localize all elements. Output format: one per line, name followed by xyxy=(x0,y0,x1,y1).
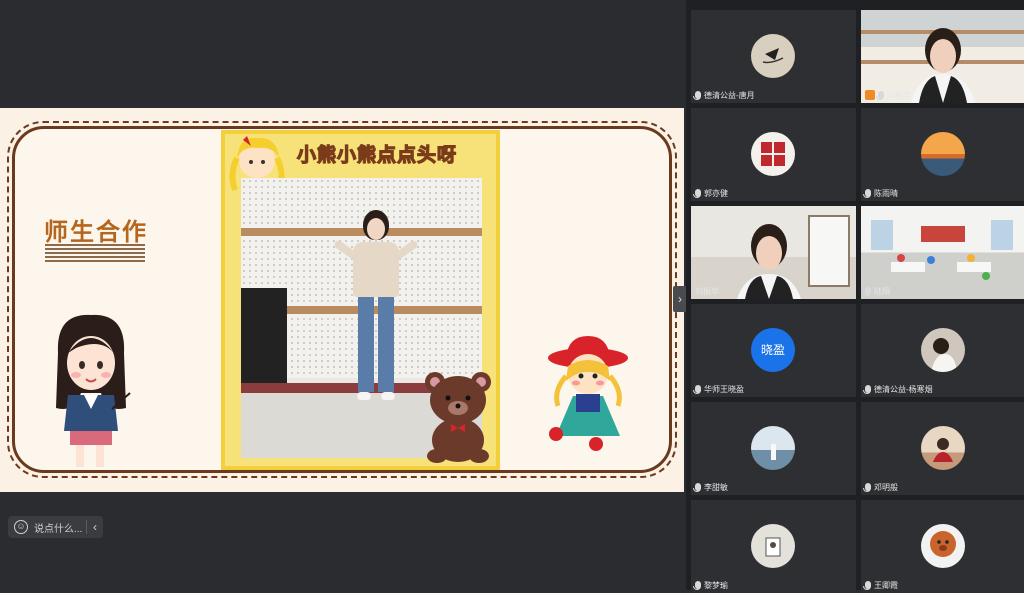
video-person-shoe xyxy=(357,392,371,400)
participant-name-tag: 德清公益-唐月 xyxy=(693,89,755,101)
participant-tile[interactable]: 陈雨晴 xyxy=(861,108,1024,201)
participant-tile[interactable]: 黎梦瑜 xyxy=(691,500,856,593)
participant-tile[interactable]: 郭亦健 xyxy=(691,108,856,201)
avatar: 晓盈 xyxy=(751,328,795,372)
shared-screen-stage: 师生合作 小熊小熊点点头呀 › ☺ 说点什么... ‹ xyxy=(0,0,687,590)
participant-name-tag: 郭亦健 xyxy=(693,187,728,199)
participant-tile[interactable]: 德清公益-唐月 xyxy=(691,10,856,103)
participant-name-tag: 刘振华 xyxy=(865,89,911,101)
microphone-icon xyxy=(863,483,871,492)
avatar xyxy=(921,328,965,372)
section-title: 师生合作 xyxy=(44,217,148,246)
chat-input-bar[interactable]: ☺ 说点什么... ‹ xyxy=(8,516,103,538)
song-title: 小熊小熊点点头呀 xyxy=(296,143,458,166)
participant-tile[interactable]: 陆翔 xyxy=(861,206,1024,299)
chevron-right-icon: › xyxy=(678,292,682,306)
participant-tile-active-speaker[interactable]: 刘振华 xyxy=(691,206,856,299)
microphone-icon xyxy=(693,483,701,492)
teacher-video-frame: 小熊小熊点点头呀 xyxy=(221,130,500,470)
shared-slide: 师生合作 小熊小熊点点头呀 xyxy=(0,108,684,492)
participant-name-tag: 邓明般 xyxy=(863,481,898,493)
microphone-icon xyxy=(863,189,871,198)
avatar xyxy=(921,132,965,176)
avatar xyxy=(751,426,795,470)
microphone-icon xyxy=(693,581,701,590)
avatar xyxy=(751,132,795,176)
participant-tile[interactable]: 刘振华 xyxy=(861,10,1024,103)
microphone-icon xyxy=(693,189,701,198)
teacher-cartoon-illustration xyxy=(56,314,131,467)
avatar xyxy=(751,34,795,78)
microphone-icon xyxy=(693,91,701,100)
participant-tile[interactable]: 晓盈 华师王晓盈 xyxy=(691,304,856,397)
doll-cartoon-illustration xyxy=(548,336,628,451)
video-piano xyxy=(241,288,287,383)
video-person-face xyxy=(367,218,385,240)
participant-name-tag: 华师王晓盈 xyxy=(693,383,744,395)
host-badge-icon xyxy=(865,90,875,100)
participant-name-tag: 陈雨晴 xyxy=(863,187,898,199)
chat-input-placeholder[interactable]: 说点什么... xyxy=(34,520,82,535)
microphone-icon xyxy=(863,385,871,394)
participant-tile[interactable]: 李甜敏 xyxy=(691,402,856,495)
microphone-icon xyxy=(876,91,884,100)
microphone-icon xyxy=(863,287,871,296)
avatar xyxy=(921,426,965,470)
panel-toggle-button[interactable]: › xyxy=(673,286,687,312)
participant-name-tag: 德清公益-杨寒烟 xyxy=(863,383,933,395)
video-wall-rail xyxy=(241,228,482,236)
participant-name-tag: 黎梦瑜 xyxy=(693,579,728,591)
participant-tile[interactable]: 德清公益-杨寒烟 xyxy=(861,304,1024,397)
avatar xyxy=(921,524,965,568)
participant-tile[interactable]: 邓明般 xyxy=(861,402,1024,495)
smiley-icon[interactable]: ☺ xyxy=(14,520,28,534)
microphone-icon xyxy=(863,581,871,590)
participant-name-tag: 王卿霞 xyxy=(863,579,898,591)
video-person-body xyxy=(353,242,399,297)
participants-panel: 德清公益-唐月 刘振华 郭亦健 陈雨晴 刘振华 陆翔 晓盈 华师王晓盈 德清公益… xyxy=(686,0,1024,593)
video-person-legs xyxy=(358,297,394,392)
avatar xyxy=(751,524,795,568)
chevron-left-icon[interactable]: ‹ xyxy=(87,520,103,534)
bear-sticker-illustration xyxy=(425,372,491,463)
participant-tile[interactable]: 王卿霞 xyxy=(861,500,1024,593)
microphone-icon xyxy=(693,385,701,394)
participant-name-tag: 刘振华 xyxy=(695,286,719,296)
title-underline-decoration xyxy=(45,244,145,262)
participant-name-tag: 李甜敏 xyxy=(693,481,728,493)
video-person-shoe xyxy=(381,392,395,400)
participant-name-tag: 陆翔 xyxy=(863,285,890,297)
